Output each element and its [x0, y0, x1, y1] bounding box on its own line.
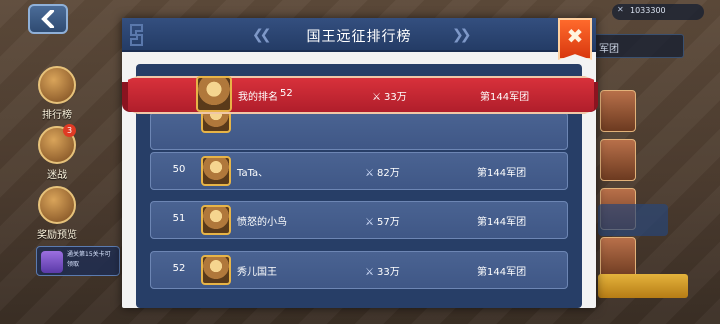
- avatar: [201, 255, 231, 285]
- side-button-rewards[interactable]: 奖励预览: [34, 186, 80, 241]
- legion-name: 第144军团: [477, 168, 527, 179]
- power-value: ⚔ 82万: [365, 164, 400, 179]
- rank-number: 52: [172, 263, 186, 274]
- table-row[interactable]: 50 TaTa、 ⚔ 82万 第144军团: [150, 152, 568, 190]
- modal-title: 国王远征排行榜: [306, 29, 412, 45]
- power-value: ⚔ 33万: [365, 263, 400, 278]
- legion-tab[interactable]: 军团: [592, 34, 684, 58]
- hero-card[interactable]: [600, 237, 636, 279]
- power-text: 82万: [376, 168, 400, 179]
- legion-name: 第144军团: [477, 217, 527, 228]
- side-button-ranking[interactable]: 排行榜: [34, 66, 80, 121]
- modal-header: ❮❮ 国王远征排行榜 ❯❯: [122, 18, 596, 52]
- my-rank-number: 52: [280, 88, 293, 99]
- side-button-label: 奖励预览: [37, 230, 77, 241]
- power-value: ⚔ 57万: [365, 213, 400, 228]
- gem-icon: [41, 251, 63, 273]
- back-arrow-icon: [41, 10, 54, 28]
- table-row: [150, 103, 568, 150]
- my-legion-name: 第144军团: [480, 92, 530, 103]
- side-button-label: 排行榜: [42, 110, 72, 121]
- rank-number: 51: [172, 213, 186, 224]
- double-chevron-right-icon: ❯❯: [452, 27, 472, 43]
- power-text: 33万: [376, 267, 400, 278]
- stage-notice[interactable]: 通关第15关卡可领取: [36, 246, 120, 276]
- player-name: 秀儿国王: [237, 267, 277, 278]
- crossed-swords-icon: ⚔: [365, 168, 374, 179]
- gold-button[interactable]: [598, 274, 688, 298]
- hero-card[interactable]: [600, 90, 636, 132]
- notification-badge: 3: [63, 124, 76, 137]
- leaderboard-modal: ❮❮ 国王远征排行榜 ❯❯ 50 TaTa、 ⚔ 82万 第144军团 51 愤怒…: [122, 18, 596, 308]
- my-rank-banner: 我的排名 52 ⚔ 33万 第144军团: [122, 76, 598, 114]
- back-button[interactable]: [28, 4, 68, 34]
- ranking-icon: [38, 66, 76, 104]
- resource-bar: ✕ 1033300: [612, 4, 704, 20]
- resource-icon: ✕: [617, 5, 624, 14]
- my-power-value: ⚔ 33万: [372, 88, 407, 103]
- power-text: 57万: [376, 217, 400, 228]
- stage-notice-text: 通关第15关卡可领取: [67, 251, 111, 268]
- close-icon: ✖: [566, 24, 584, 48]
- table-row[interactable]: 52 秀儿国王 ⚔ 33万 第144军团: [150, 251, 568, 289]
- crossed-swords-icon: ⚔: [365, 217, 374, 228]
- side-button-battle[interactable]: 3 迷战: [34, 124, 80, 181]
- legion-name: 第144军团: [477, 267, 527, 278]
- my-avatar: [196, 76, 232, 112]
- crossed-swords-icon: ⚔: [365, 267, 374, 278]
- avatar: [201, 205, 231, 235]
- my-rank-label: 我的排名: [238, 92, 278, 103]
- hero-card-group: [600, 90, 678, 286]
- table-row[interactable]: 51 愤怒的小鸟 ⚔ 57万 第144军团: [150, 201, 568, 239]
- crossed-swords-icon: ⚔: [372, 92, 381, 103]
- resource-value: 1033300: [630, 6, 666, 15]
- legion-tab-label: 军团: [599, 44, 619, 55]
- rank-number: 50: [172, 164, 186, 175]
- side-button-label: 迷战: [47, 170, 67, 181]
- player-name: TaTa、: [237, 168, 269, 179]
- hero-card[interactable]: [600, 139, 636, 181]
- treasure-chest-icon: [38, 186, 76, 224]
- player-name: 愤怒的小鸟: [237, 217, 287, 228]
- close-button[interactable]: ✖: [558, 18, 592, 60]
- avatar: [201, 156, 231, 186]
- background-panel: [598, 204, 668, 236]
- my-power-text: 33万: [383, 92, 407, 103]
